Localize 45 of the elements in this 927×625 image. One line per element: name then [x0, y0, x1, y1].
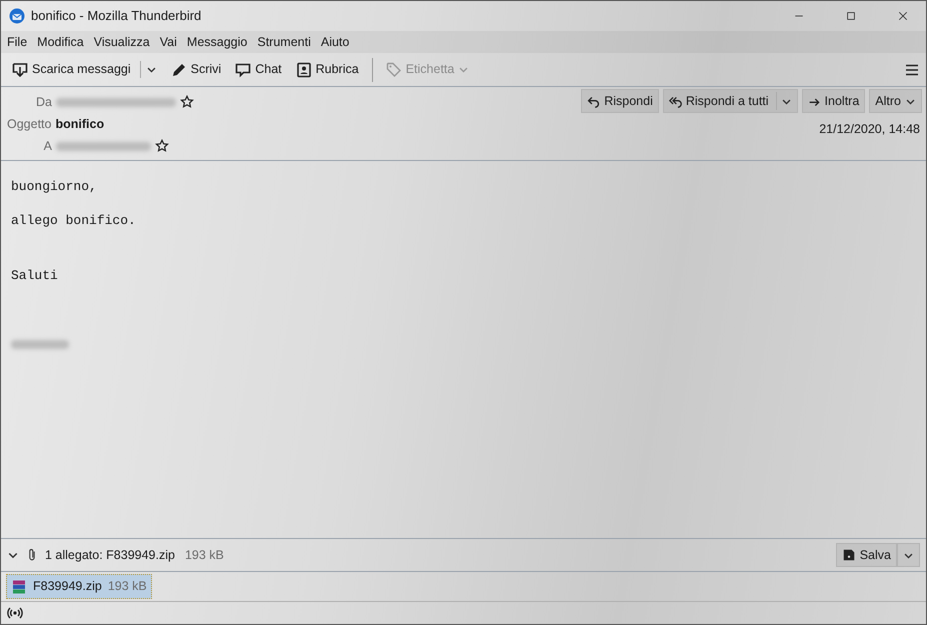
subject-text: bonifico: [55, 116, 104, 133]
attachment-size: 193 kB: [184, 546, 224, 564]
toolbar-button[interactable]: Chat: [230, 57, 287, 82]
attachment-size: 193 kB: [108, 578, 147, 596]
star-icon[interactable]: [155, 139, 169, 153]
maximize-icon: [845, 10, 857, 22]
body-text: allego bonifico.: [11, 212, 137, 230]
attachment-item[interactable]: F839949.zip 193 kB: [6, 574, 152, 599]
body-text: Saluti: [11, 267, 59, 285]
menu-item[interactable]: Visualizza: [94, 32, 150, 52]
action-button[interactable]: Rispondi: [581, 89, 659, 113]
toolbar-button[interactable]: Scrivi: [166, 57, 226, 82]
reply-all-icon: [668, 94, 682, 108]
star-icon[interactable]: [180, 95, 194, 109]
field-label: Da: [35, 94, 52, 111]
window-title: bonifico - Mozilla Thunderbird: [31, 7, 202, 26]
save-button[interactable]: Salva: [836, 543, 897, 567]
field-label: A: [42, 138, 52, 155]
menu-icon[interactable]: [904, 62, 920, 78]
speech-bubble-icon: [235, 62, 252, 78]
reply-icon: [587, 94, 600, 108]
menu-item[interactable]: Strumenti: [257, 32, 311, 52]
menu-item[interactable]: Modifica: [37, 32, 84, 52]
action-button[interactable]: Altro: [869, 89, 922, 113]
menu-item[interactable]: Vai: [160, 32, 177, 52]
broadcast-icon[interactable]: [7, 605, 23, 621]
menu-item[interactable]: Messaggio: [186, 32, 248, 52]
menu-item[interactable]: File: [7, 32, 28, 52]
attachment-name: F839949.zip: [33, 578, 102, 596]
download-icon: [12, 62, 28, 78]
tag-icon: [386, 62, 402, 78]
toolbar-button[interactable]: Rubrica: [290, 57, 364, 82]
action-button[interactable]: Inoltra: [802, 89, 866, 113]
pencil-icon: [170, 62, 187, 78]
attachment-summary: 1 allegato: F839949.zip: [45, 546, 175, 564]
stacked-books-icon: [11, 578, 27, 594]
field-label: Oggetto: [7, 116, 52, 133]
toolbar-button[interactable]: Scarica messaggi: [7, 57, 136, 82]
action-button[interactable]: Rispondi a tutti: [662, 89, 798, 113]
menu-item[interactable]: Aiuto: [320, 32, 350, 52]
address-book-icon: [296, 62, 312, 78]
message-date: 21/12/2020, 14:48: [819, 121, 920, 138]
app-logo-icon: [9, 8, 25, 24]
close-icon: [897, 10, 909, 22]
body-text: buongiorno,: [11, 178, 98, 196]
